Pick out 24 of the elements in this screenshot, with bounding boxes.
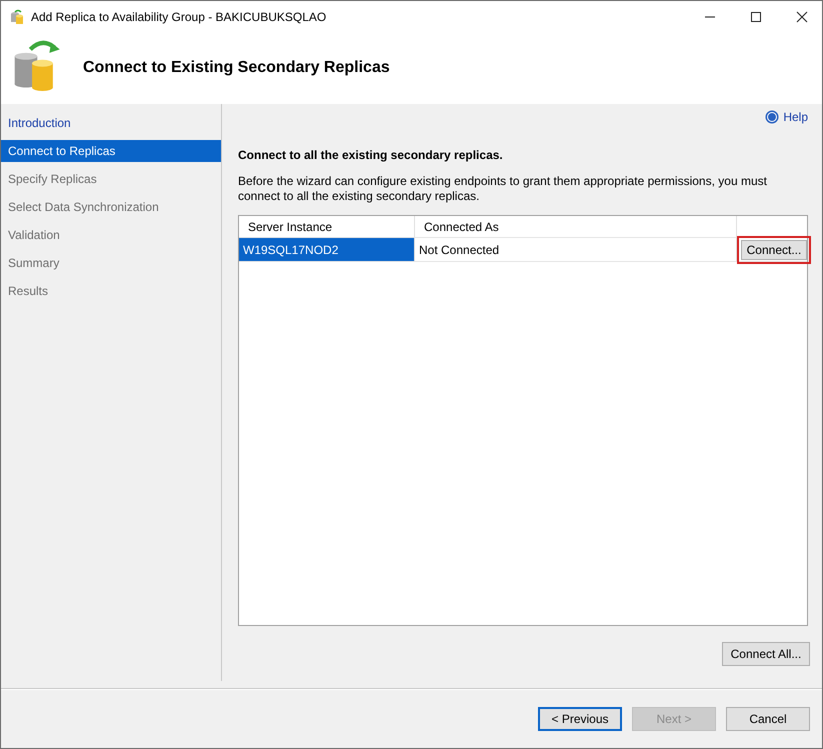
- step-link[interactable]: Summary: [1, 252, 221, 274]
- column-header[interactable]: Connected As: [415, 216, 737, 237]
- step-link[interactable]: Introduction: [1, 112, 221, 134]
- connect-all-button[interactable]: Connect All...: [722, 642, 810, 666]
- step-link[interactable]: Select Data Synchronization: [1, 196, 221, 218]
- close-icon[interactable]: [796, 10, 808, 22]
- page-title: Connect to Existing Secondary Replicas: [83, 59, 390, 77]
- step-link[interactable]: Results: [1, 280, 221, 302]
- wizard-button[interactable]: < Previous: [538, 707, 622, 731]
- table-cell[interactable]: W19SQL17NOD2: [239, 238, 415, 261]
- window-title: Add Replica to Availability Group - BAKICUBUKSQLAO: [31, 10, 328, 24]
- step-link[interactable]: Connect to Replicas: [1, 140, 221, 162]
- help-link[interactable]: Help: [765, 110, 808, 126]
- maximize-icon[interactable]: [750, 10, 762, 22]
- step-link[interactable]: Validation: [1, 224, 221, 246]
- help-icon: [765, 110, 780, 124]
- column-header[interactable]: Server Instance: [239, 216, 415, 237]
- table-cell: Not Connected: [415, 238, 737, 261]
- section-heading: Connect to all the existing secondary replicas.: [238, 148, 504, 162]
- step-link[interactable]: Specify Replicas: [1, 168, 221, 190]
- connect-button[interactable]: Connect...: [741, 240, 807, 260]
- description-text: Before the wizard can configure existing endpoints to grant them appropriate permissions, you must connect to all the existing secondary replicas.: [238, 174, 768, 204]
- wizard-button[interactable]: Cancel: [726, 707, 810, 731]
- app-icon: [9, 8, 25, 24]
